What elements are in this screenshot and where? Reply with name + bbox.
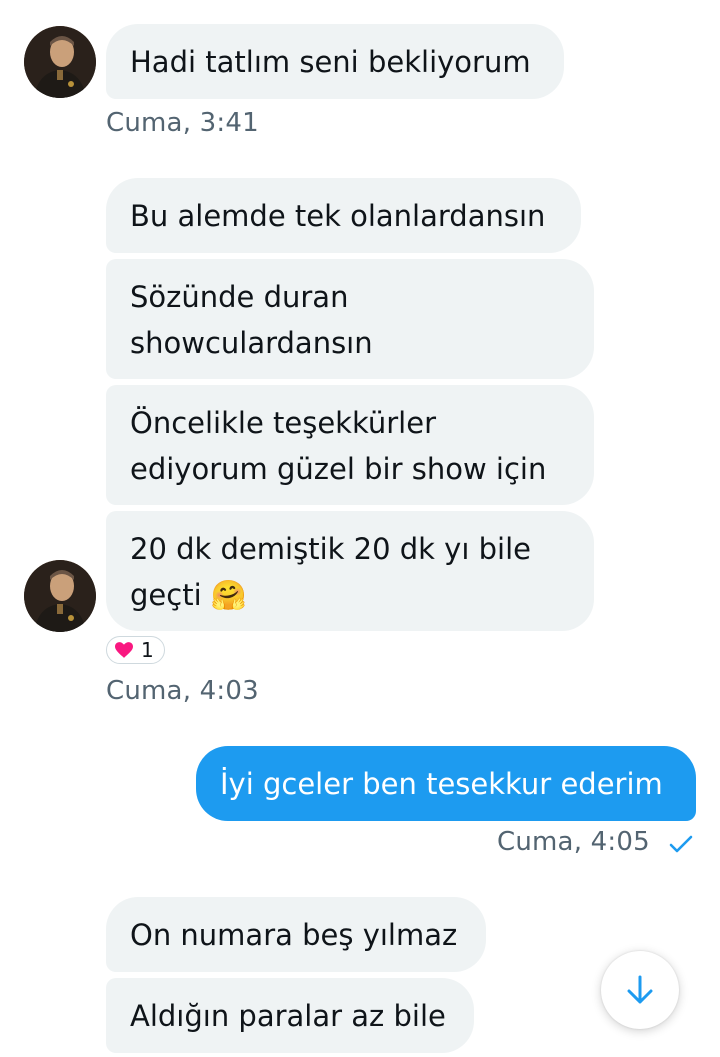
message-text: İyi gceler ben tesekkur ederim [220, 767, 663, 801]
message-timestamp: Cuma, 4:05 [497, 827, 650, 857]
reaction-count: 1 [141, 638, 154, 662]
message-bubble[interactable]: Aldığın paralar az bile [106, 978, 474, 1053]
message-bubble[interactable]: On numara beş yılmaz [106, 897, 486, 972]
avatar-portrait-icon [24, 26, 96, 98]
message-timestamp: Cuma, 3:41 [106, 108, 259, 138]
checkmark-icon [669, 835, 693, 853]
message-text-line: showculardansın [130, 326, 373, 360]
message-text: On numara beş yılmaz [130, 918, 458, 952]
message-text-line: ediyorum güzel bir show için [130, 452, 547, 486]
message-timestamp: Cuma, 4:03 [106, 676, 259, 706]
scroll-to-bottom-button[interactable] [601, 951, 679, 1029]
sender-avatar[interactable] [24, 560, 96, 632]
message-text: Aldığın paralar az bile [130, 999, 446, 1033]
message-text: Bu alemde tek olanlardansın [130, 199, 546, 233]
message-text-line: Sözünde duran [130, 280, 349, 314]
reaction-badge[interactable]: 1 [106, 636, 165, 664]
message-bubble[interactable]: Öncelikle teşekkürler ediyorum güzel bir… [106, 385, 594, 505]
avatar-portrait-icon [24, 560, 96, 632]
sender-avatar[interactable] [24, 26, 96, 98]
arrow-down-icon [627, 975, 653, 1004]
message-bubble[interactable]: Hadi tatlım seni bekliyorum [106, 24, 564, 99]
message-bubble[interactable]: Bu alemde tek olanlardansın [106, 178, 581, 253]
message-text-line: 20 dk demiştik 20 dk yı bile [130, 532, 531, 566]
message-text-line: geçti 🤗 [130, 578, 247, 612]
heart-icon [115, 642, 133, 658]
message-bubble[interactable]: Sözünde duran showculardansın [106, 259, 594, 379]
outgoing-message-bubble[interactable]: İyi gceler ben tesekkur ederim [196, 746, 696, 821]
message-bubble[interactable]: 20 dk demiştik 20 dk yı bile geçti 🤗 [106, 511, 594, 631]
dm-conversation: Hadi tatlım seni bekliyorum Cuma, 3:41 B… [0, 0, 720, 1057]
message-text: Hadi tatlım seni bekliyorum [130, 45, 531, 79]
message-text-line: Öncelikle teşekkürler [130, 406, 437, 440]
